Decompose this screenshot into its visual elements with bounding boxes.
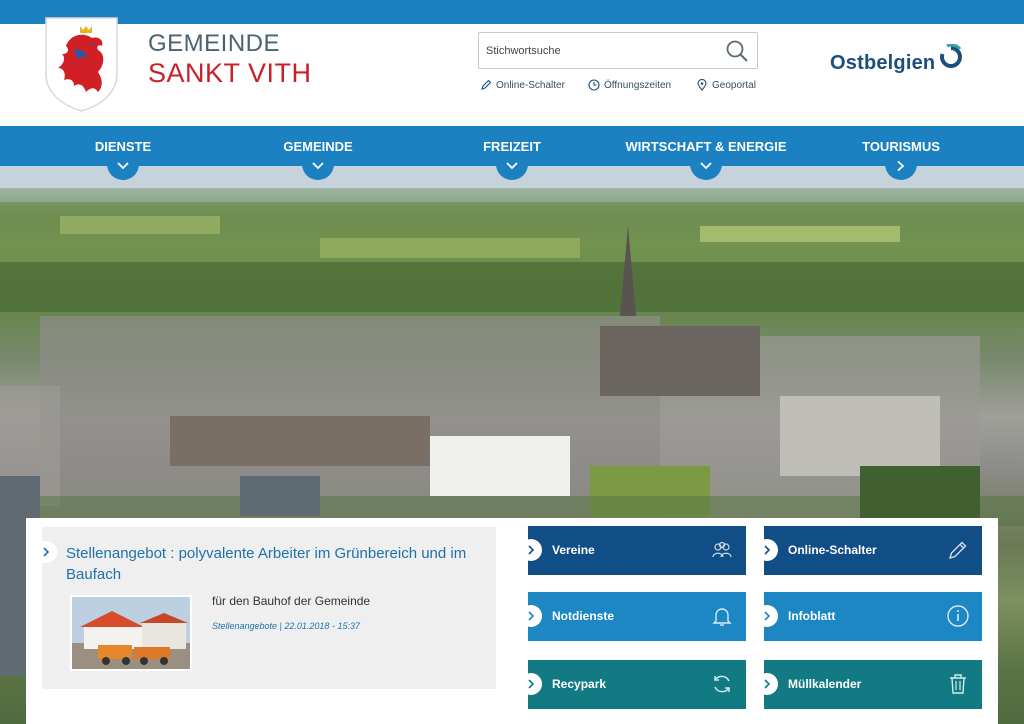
- news-thumbnail-image[interactable]: [70, 595, 192, 671]
- nav-label: GEMEINDE: [283, 139, 353, 154]
- tile-label: Infoblatt: [788, 609, 836, 623]
- trash-icon: [946, 672, 970, 696]
- search-box: [478, 32, 758, 69]
- tile-online-schalter[interactable]: Online-Schalter: [756, 526, 982, 575]
- map-pin-icon: [697, 79, 707, 91]
- ostbelgien-logo-text[interactable]: Ostbelgien: [830, 52, 935, 75]
- tile-infoblatt[interactable]: Infoblatt: [756, 592, 982, 641]
- nav-label: WIRTSCHAFT & ENERGIE: [625, 139, 787, 154]
- nav-label: FREIZEIT: [483, 139, 541, 154]
- tile-recypark[interactable]: Recypark: [520, 660, 746, 709]
- nav-label: DIENSTE: [94, 139, 152, 154]
- news-title-link[interactable]: Stellenangebot : polyvalente Arbeiter im…: [66, 543, 486, 585]
- tile-label: Vereine: [552, 543, 595, 557]
- chevron-right-icon: [520, 605, 542, 627]
- quicklink-oeffnungszeiten[interactable]: Öffnungszeiten: [588, 79, 671, 91]
- pencil-icon: [481, 79, 492, 90]
- quicklink-geoportal[interactable]: Geoportal: [696, 79, 756, 91]
- tile-label: Müllkalender: [788, 677, 862, 691]
- pencil-icon: [946, 538, 970, 562]
- quicklink-label: Online-Schalter: [496, 79, 565, 91]
- tile-label: Notdienste: [552, 609, 615, 623]
- tile-notdienste[interactable]: Notdienste: [520, 592, 746, 641]
- nav-label: TOURISMUS: [862, 139, 940, 154]
- chevron-right-icon: [756, 673, 778, 695]
- chevron-right-icon: [756, 539, 778, 561]
- quicklink-online-schalter[interactable]: Online-Schalter: [480, 79, 565, 91]
- people-icon: [710, 538, 734, 562]
- search-icon[interactable]: [725, 39, 749, 63]
- municipality-name-line2: SANKT VITH: [148, 58, 312, 88]
- tile-label: Recypark: [552, 677, 607, 691]
- tile-muellkalender[interactable]: Müllkalender: [756, 660, 982, 709]
- news-description: für den Bauhof der Gemeinde: [212, 594, 371, 608]
- quicklink-label: Öffnungszeiten: [604, 79, 672, 91]
- news-chevron-right-icon[interactable]: [35, 541, 57, 563]
- clock-icon: [588, 79, 600, 91]
- municipality-crest-logo[interactable]: [44, 16, 119, 112]
- ostbelgien-logo-mark[interactable]: [938, 43, 964, 70]
- chevron-right-icon: [520, 539, 542, 561]
- municipality-name-line1: GEMEINDE: [148, 30, 281, 57]
- info-icon: [946, 604, 970, 628]
- quicklink-label: Geoportal: [712, 79, 756, 91]
- recycle-icon: [710, 672, 734, 696]
- top-bar: [0, 0, 1024, 24]
- tile-vereine[interactable]: Vereine: [520, 526, 746, 575]
- bell-icon: [710, 604, 734, 628]
- news-meta[interactable]: Stellenangebote | 22.01.2018 - 15:37: [212, 621, 360, 631]
- chevron-right-icon: [520, 673, 542, 695]
- search-input[interactable]: [486, 42, 716, 60]
- chevron-right-icon: [756, 605, 778, 627]
- tile-label: Online-Schalter: [788, 543, 877, 557]
